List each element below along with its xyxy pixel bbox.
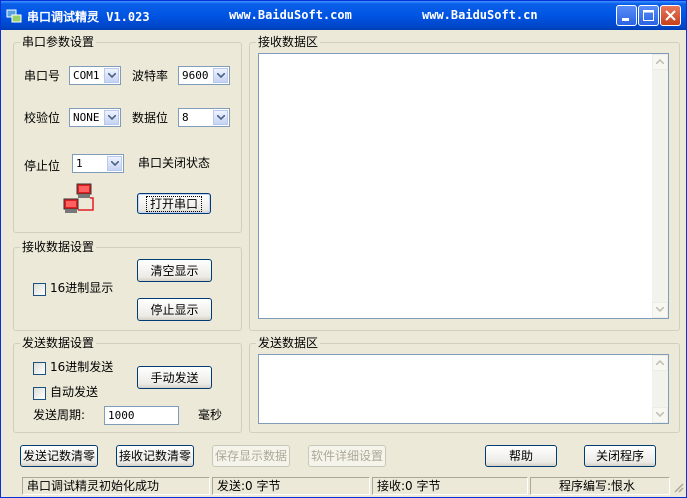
help-button[interactable]: 帮助 xyxy=(485,445,557,467)
status-author: 程序编写:恨水 xyxy=(530,477,670,495)
parity-value: NONE xyxy=(73,111,100,124)
port-label: 串口号 xyxy=(24,69,61,83)
stopbits-select[interactable]: 1 xyxy=(72,154,124,173)
auto-send-checkbox[interactable] xyxy=(33,387,46,400)
chevron-down-icon xyxy=(217,73,225,78)
status-received-count: 接收:0 字节 xyxy=(372,477,528,495)
port-select[interactable]: COM1 xyxy=(69,66,121,85)
databits-label: 数据位 xyxy=(132,111,169,125)
software-settings-button[interactable]: 软件详细设置 xyxy=(308,445,386,467)
databits-select[interactable]: 8 xyxy=(178,108,230,127)
status-bar: 串口调试精灵初始化成功 发送:0 字节 接收:0 字节 程序编写:恨水 xyxy=(2,475,686,497)
baud-dropdown-arrow[interactable] xyxy=(213,68,228,83)
baud-select[interactable]: 9600 xyxy=(178,66,230,85)
port-status-text: 串口关闭状态 xyxy=(138,156,211,170)
chevron-down-icon xyxy=(217,115,225,120)
close-icon xyxy=(665,10,676,21)
serial-params-legend: 串口参数设置 xyxy=(20,35,97,49)
serial-connection-icon xyxy=(63,183,94,213)
baud-label: 波特率 xyxy=(132,69,169,83)
stopbits-label: 停止位 xyxy=(24,159,61,173)
databits-value: 8 xyxy=(182,111,189,124)
send-data-textarea[interactable] xyxy=(258,354,669,424)
minimize-button[interactable] xyxy=(616,5,637,26)
status-sent-count: 发送:0 字节 xyxy=(212,477,370,495)
save-display-button[interactable]: 保存显示数据 xyxy=(212,445,290,467)
close-window-button[interactable] xyxy=(660,5,681,26)
title-url-com: www.BaiduSoft.com xyxy=(229,8,352,22)
open-port-button[interactable]: 打开串口 xyxy=(137,193,211,214)
receive-data-textarea[interactable] xyxy=(258,53,669,319)
send-settings-legend: 发送数据设置 xyxy=(20,336,97,350)
baud-value: 9600 xyxy=(182,69,209,82)
serial-params-group: 串口参数设置 串口号 COM1 波特率 9600 校验位 NONE 数据位 8 … xyxy=(13,35,242,233)
manual-send-button[interactable]: 手动发送 xyxy=(137,366,212,389)
status-message: 串口调试精灵初始化成功 xyxy=(22,477,210,495)
stopbits-value: 1 xyxy=(76,157,83,170)
stopbits-dropdown-arrow[interactable] xyxy=(107,156,122,171)
receive-area-legend: 接收数据区 xyxy=(256,35,321,49)
port-value: COM1 xyxy=(73,69,100,82)
parity-label: 校验位 xyxy=(24,111,61,125)
clear-receive-count-button[interactable]: 接收记数清零 xyxy=(116,445,194,467)
send-scrollbar[interactable] xyxy=(652,355,668,423)
title-url-cn: www.BaiduSoft.cn xyxy=(422,8,538,22)
maximize-button[interactable] xyxy=(638,5,659,26)
hex-send-label: 16进制发送 xyxy=(50,360,114,374)
send-scroll-down[interactable] xyxy=(652,407,668,423)
period-unit-label: 毫秒 xyxy=(198,408,223,422)
chevron-down-icon xyxy=(111,161,119,166)
resize-grip-icon[interactable] xyxy=(672,481,684,493)
clear-send-count-button[interactable]: 发送记数清零 xyxy=(20,445,98,467)
parity-dropdown-arrow[interactable] xyxy=(104,110,119,125)
chevron-down-icon xyxy=(656,412,664,417)
hex-display-checkbox[interactable] xyxy=(33,283,46,296)
send-settings-group: 发送数据设置 16进制发送 自动发送 手动发送 发送周期: 毫秒 xyxy=(13,336,242,433)
window-title: 串口调试精灵 V1.023 xyxy=(27,10,150,24)
title-bar[interactable]: 串口调试精灵 V1.023 www.BaiduSoft.com www.Baid… xyxy=(1,1,686,30)
send-scroll-up[interactable] xyxy=(652,355,668,371)
open-port-label: 打开串口 xyxy=(145,196,203,212)
maximize-icon xyxy=(643,10,654,21)
chevron-down-icon xyxy=(108,73,116,78)
close-program-button[interactable]: 关闭程序 xyxy=(584,445,656,467)
receive-settings-legend: 接收数据设置 xyxy=(20,240,97,254)
send-period-input[interactable] xyxy=(105,407,178,424)
receive-scroll-down[interactable] xyxy=(652,302,668,318)
send-period-field[interactable] xyxy=(104,406,179,425)
parity-select[interactable]: NONE xyxy=(69,108,121,127)
main-window: 串口调试精灵 V1.023 www.BaiduSoft.com www.Baid… xyxy=(0,0,687,498)
receive-scroll-up[interactable] xyxy=(652,54,668,70)
chevron-down-icon xyxy=(656,307,664,312)
receive-settings-group: 接收数据设置 16进制显示 清空显示 停止显示 xyxy=(13,240,242,331)
send-area-legend: 发送数据区 xyxy=(256,336,321,350)
send-period-label: 发送周期: xyxy=(33,408,86,422)
receive-scrollbar[interactable] xyxy=(652,54,668,318)
databits-dropdown-arrow[interactable] xyxy=(213,110,228,125)
chevron-down-icon xyxy=(108,115,116,120)
minimize-icon xyxy=(622,18,629,21)
serial-port-app-icon xyxy=(6,9,22,23)
receive-area-group: 接收数据区 xyxy=(249,35,680,331)
send-area-group: 发送数据区 xyxy=(249,336,680,433)
chevron-up-icon xyxy=(656,360,664,365)
hex-display-label: 16进制显示 xyxy=(50,281,114,295)
port-dropdown-arrow[interactable] xyxy=(104,68,119,83)
clear-display-button[interactable]: 清空显示 xyxy=(137,259,212,282)
chevron-up-icon xyxy=(656,59,664,64)
hex-send-checkbox[interactable] xyxy=(33,362,46,375)
auto-send-label: 自动发送 xyxy=(50,385,99,399)
stop-display-button[interactable]: 停止显示 xyxy=(137,298,212,321)
